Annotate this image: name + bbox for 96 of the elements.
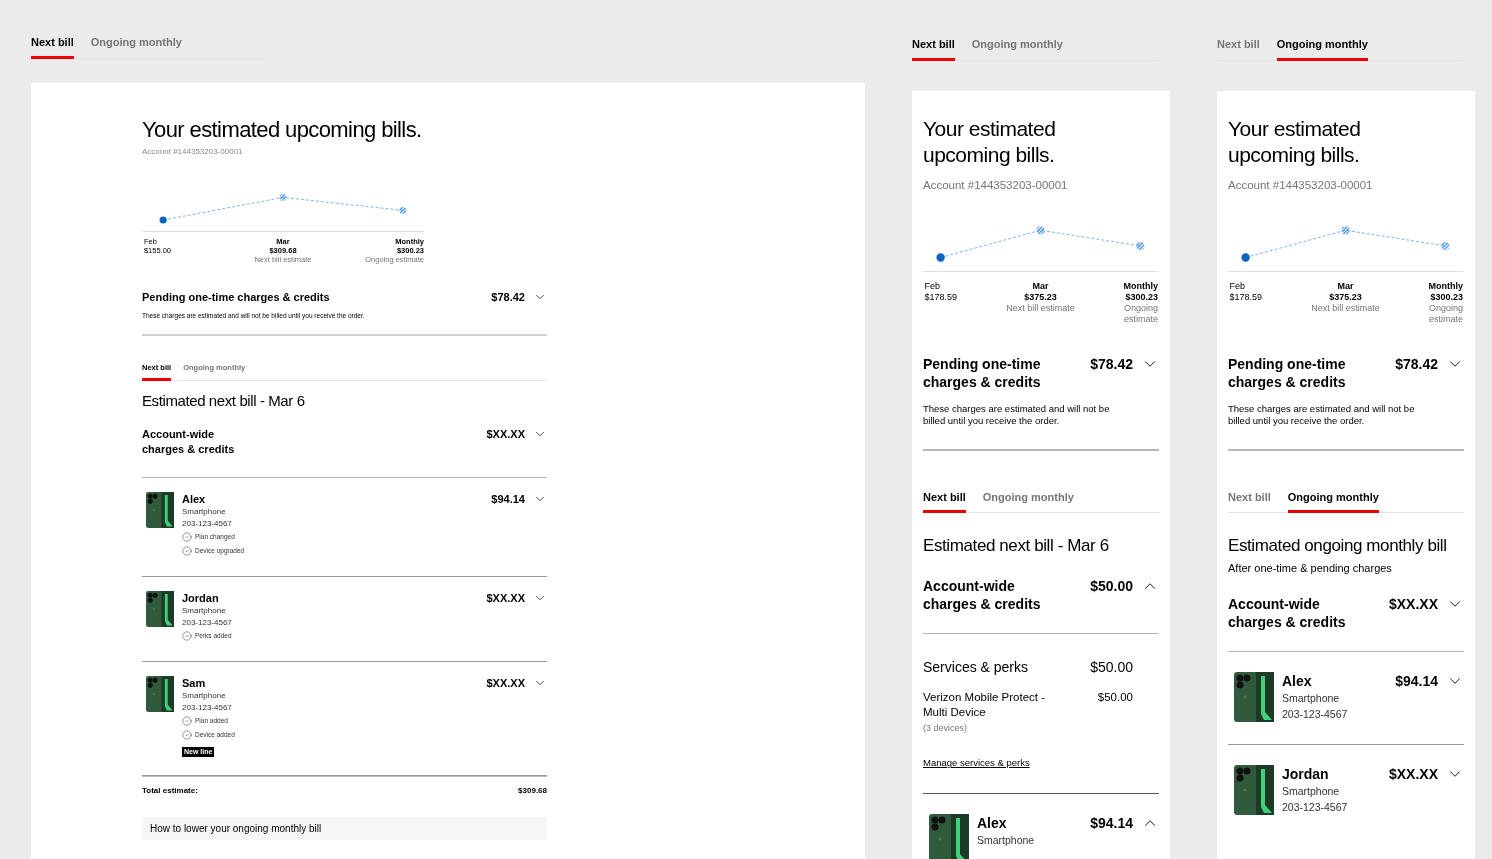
data-point [279, 193, 287, 201]
tab[interactable]: Next bill [923, 488, 966, 514]
service-name: Verizon Mobile Protect - Multi Device [923, 690, 1047, 721]
tip-banner[interactable]: How to lower your ongoing monthly bill [142, 816, 547, 840]
tab[interactable]: Ongoing monthly [971, 36, 1063, 61]
amount: $50.00 [1097, 690, 1133, 706]
check-circle-icon [182, 545, 192, 556]
phone-number: 203-123-4567 [182, 616, 233, 629]
line-name: Jordan [1282, 765, 1330, 784]
point-amount: $375.23 [1329, 291, 1362, 303]
total-amount: $309.68 [518, 784, 547, 797]
point-label: Feb [924, 280, 941, 292]
section-title: Account-wide charges & credits [1228, 595, 1347, 632]
point-note: Ongoing estimate [1122, 302, 1158, 325]
phone-number: 203-123-4567 [182, 701, 233, 714]
page-title: Your estimated upcoming bills. [923, 115, 1057, 168]
point-amount: $178.59 [1229, 291, 1263, 303]
account-number: Account #144353203-00001 [1228, 177, 1374, 193]
amount: $50.00 [1090, 577, 1133, 596]
section-title: Pending one-time charges & credits [923, 354, 1042, 391]
tab[interactable]: Ongoing monthly [1276, 36, 1368, 61]
tab[interactable]: Ongoing monthly [90, 34, 182, 59]
tab[interactable]: Next bill [912, 36, 955, 61]
tab[interactable]: Ongoing monthly [1287, 488, 1379, 514]
line-name: Jordan [182, 590, 220, 605]
check-circle-icon [182, 630, 192, 641]
tab[interactable]: Next bill [1217, 36, 1260, 61]
amount: $94.14 [1090, 814, 1133, 833]
data-point [1036, 226, 1045, 234]
amount: $XX.XX [486, 590, 525, 606]
account-number: Account #144353203-00001 [923, 177, 1069, 193]
phone-number: 203-123-4567 [1282, 800, 1349, 816]
data-point [1241, 253, 1250, 262]
service-heading: Services & perks [923, 658, 1029, 677]
section-title: Pending one-time charges & credits [142, 289, 330, 305]
check-circle-icon [182, 531, 192, 542]
data-point [1136, 241, 1145, 250]
point-label: Mar [1337, 280, 1354, 292]
bill-subtitle: After one-time & pending charges [1228, 561, 1393, 576]
amount: $XX.XX [486, 675, 525, 691]
data-point [1441, 241, 1450, 250]
line-name: Alex [1282, 672, 1313, 691]
tab[interactable]: Ongoing monthly [982, 488, 1074, 514]
amount: $50.00 [1090, 658, 1133, 677]
point-label: Feb [1229, 280, 1246, 292]
point-amount: $375.23 [1024, 291, 1057, 303]
tab[interactable]: Next bill [31, 34, 74, 59]
device-type: Smartphone [182, 689, 227, 702]
point-amount: $300.23 [1125, 291, 1158, 303]
point-note: Ongoing estimate [1427, 302, 1463, 325]
amount: $XX.XX [1388, 595, 1438, 614]
point-note: Next bill estimate [1006, 302, 1075, 314]
check-circle-icon [182, 715, 192, 726]
phone-number: 203-123-4567 [1282, 707, 1349, 723]
section-title: Account-wide charges & credits [923, 577, 1042, 614]
amount: $78.42 [491, 289, 525, 305]
point-amount: $300.23 [1430, 291, 1463, 303]
check-circle-icon [182, 729, 192, 740]
point-label: Mar [1032, 280, 1049, 292]
device-type: Smartphone [1282, 691, 1341, 707]
device-type: Smartphone [182, 505, 227, 518]
pending-note: These charges are estimated and will not be billed until you receive the order. [1228, 402, 1416, 427]
amount: $78.42 [1090, 354, 1133, 373]
amount: $XX.XX [1388, 765, 1438, 784]
device-type: Smartphone [977, 833, 1036, 849]
phone-number: 203-123-4567 [182, 517, 233, 530]
device-type: Smartphone [182, 604, 227, 617]
bill-title: Estimated next bill - Mar 6 [142, 390, 306, 411]
amount: $94.14 [491, 491, 525, 507]
data-point [159, 215, 167, 224]
section-title: Account-wide charges & credits [142, 426, 236, 457]
amount: $94.14 [1395, 672, 1438, 691]
page-title: Your estimated upcoming bills. [142, 115, 423, 144]
page-title: Your estimated upcoming bills. [1228, 115, 1362, 168]
pending-note: These charges are estimated and will not be billed until you receive the order. [923, 402, 1111, 427]
bill-title: Estimated next bill - Mar 6 [923, 535, 1110, 558]
point-note: Next bill estimate [1311, 302, 1380, 314]
account-number: Account #144353203-00001 [142, 145, 244, 158]
tab[interactable]: Next bill [1228, 488, 1271, 514]
service-note: (3 devices) [923, 722, 968, 736]
data-point [399, 206, 407, 214]
total-label: Total estimate: [142, 784, 198, 797]
data-point [936, 253, 945, 262]
device-type: Smartphone [1282, 784, 1341, 800]
line-name: Alex [182, 491, 207, 506]
amount: $XX.XX [486, 426, 525, 442]
amount: $78.42 [1395, 354, 1438, 373]
point-amount: $178.59 [924, 291, 958, 303]
line-name: Alex [977, 814, 1008, 833]
data-point [1341, 226, 1350, 234]
line-name: Sam [182, 675, 207, 690]
section-title: Pending one-time charges & credits [1228, 354, 1347, 391]
point-label: Monthly [1123, 280, 1158, 292]
manage-link[interactable]: Manage services & perks [923, 756, 1030, 771]
bill-title: Estimated ongoing monthly bill [1228, 535, 1448, 558]
point-label: Monthly [1428, 280, 1463, 292]
